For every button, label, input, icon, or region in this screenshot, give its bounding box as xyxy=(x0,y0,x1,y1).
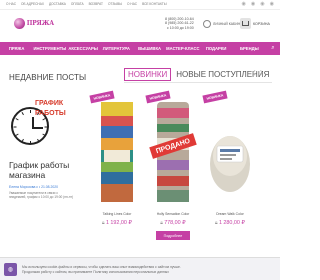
whatsapp-icon[interactable]: ◉ xyxy=(260,2,264,7)
product-card[interactable]: НОВИНКА Talking Lines Color ₽ 1 192,00 ₽ xyxy=(89,90,142,240)
product-name[interactable]: Dream Walk Color xyxy=(205,212,255,216)
top-nav-link[interactable]: ОПЛАТА xyxy=(71,2,84,6)
logo-text: ПРЯЖА xyxy=(26,19,54,27)
youtube-icon[interactable]: ◉ xyxy=(270,2,274,7)
top-nav-link[interactable]: ОТЗЫВЫ xyxy=(108,2,122,6)
cookie-text: Мы используем cookie-файлы и сервисы, чт… xyxy=(22,265,181,269)
menu-item[interactable]: ВЫШИВКА xyxy=(133,46,166,51)
top-nav-link[interactable]: О НАС xyxy=(127,2,137,6)
post-title[interactable]: График работы магазина xyxy=(9,160,79,180)
yarn-skein-image xyxy=(101,102,133,202)
product-name[interactable]: Holly Sensation Color xyxy=(148,212,198,216)
telegram-icon[interactable]: ◉ xyxy=(251,2,255,7)
product-name[interactable]: Talking Lines Color xyxy=(92,212,142,216)
image-text: ГРАФИК xyxy=(35,100,64,107)
contact-phones: 8 (800) 200-10-64 8 (985) 200-61-22 с 10… xyxy=(165,17,194,30)
product-price: ₽ 778,00 ₽ xyxy=(160,220,186,226)
cart-link[interactable]: КОРЗИНА xyxy=(240,18,270,29)
product-tabs: НОВИНКИ НОВЫЕ ПОСТУПЛЕНИЯ xyxy=(124,68,269,81)
cart-icon xyxy=(240,18,251,29)
working-hours: с 10:00 до 19:00 xyxy=(166,25,194,30)
top-utility-bar: О НАС ОБ АДРЕСНАХ ДОСТАВКА ОПЛАТА ВОЗВРА… xyxy=(0,0,280,10)
post-excerpt: Уважаемые покупатели в связи с эпидемией… xyxy=(9,191,74,200)
divider xyxy=(124,82,272,83)
menu-item[interactable]: БРЕНДЫ xyxy=(233,46,266,51)
top-nav-link[interactable]: ВОЗВРАТ xyxy=(89,2,103,6)
product-price: ₽ 1 280,00 ₽ xyxy=(215,220,245,226)
product-card[interactable]: НОВИНКА Dream Walk Color ₽ 1 280,00 ₽ xyxy=(202,90,255,240)
cookie-policy-link[interactable]: Продолжая работу с сайтом, вы принимаете… xyxy=(22,270,169,274)
account-link[interactable]: ЛИЧНЫЙ КАБИНЕТ xyxy=(203,20,244,28)
chevron-right-icon[interactable]: ❯ xyxy=(259,70,263,76)
top-nav-link[interactable]: О НАС xyxy=(6,2,16,6)
yarn-ball-icon xyxy=(14,17,25,29)
menu-item[interactable]: ИНСТРУМЕНТЫ xyxy=(33,46,66,51)
top-nav-link[interactable]: ОБ АДРЕСНАХ xyxy=(21,2,44,6)
product-price: ₽ 1 192,00 ₽ xyxy=(102,220,132,226)
menu-item[interactable]: ЛИТЕРАТУРА xyxy=(100,46,133,51)
menu-item[interactable]: МАСТЕР-КЛАСС xyxy=(166,46,199,51)
search-icon[interactable]: ⌕ xyxy=(266,45,280,52)
top-nav: О НАС ОБ АДРЕСНАХ ДОСТАВКА ОПЛАТА ВОЗВРА… xyxy=(6,2,167,6)
user-icon xyxy=(203,20,211,28)
post-image[interactable]: ГРАФИК РАБОТЫ xyxy=(9,93,77,155)
details-button[interactable]: Подробнее xyxy=(156,231,190,240)
recent-posts-heading: НЕДАВНИЕ ПОСТЫ xyxy=(9,73,87,82)
vk-icon[interactable]: ◉ xyxy=(242,2,246,7)
menu-item[interactable]: ПРЯЖА xyxy=(0,46,33,51)
yarn-cake-image xyxy=(210,136,250,192)
cart-label: КОРЗИНА xyxy=(253,21,270,26)
menu-item[interactable]: ПОДАРКИ xyxy=(200,46,233,51)
post-meta[interactable]: Елена Морозова с • 21.08.2020 xyxy=(9,185,58,189)
top-nav-link[interactable]: ДОСТАВКА xyxy=(49,2,66,6)
product-card[interactable]: НОВИНКА ПРОДАНО Holly Sensation Color ₽ … xyxy=(145,90,198,240)
carousel-arrows: ❮ ❯ xyxy=(252,70,263,76)
cookie-notice: ◍ Мы используем cookie-файлы и сервисы, … xyxy=(0,257,280,280)
main-menu: ПРЯЖА ИНСТРУМЕНТЫ АКСЕССУАРЫ ЛИТЕРАТУРА … xyxy=(0,42,280,55)
cookie-icon: ◍ xyxy=(4,263,17,276)
site-logo[interactable]: ПРЯЖА xyxy=(14,15,54,31)
menu-item[interactable]: АКСЕССУАРЫ xyxy=(66,46,99,51)
image-text: РАБОТЫ xyxy=(35,110,66,117)
chevron-left-icon[interactable]: ❮ xyxy=(252,70,256,76)
top-nav-link[interactable]: ВСЕ КОНТАКТЫ xyxy=(142,2,167,6)
social-links: ◉ ◉ ◉ ◉ xyxy=(242,2,275,7)
tab-new[interactable]: НОВИНКИ xyxy=(124,68,172,81)
